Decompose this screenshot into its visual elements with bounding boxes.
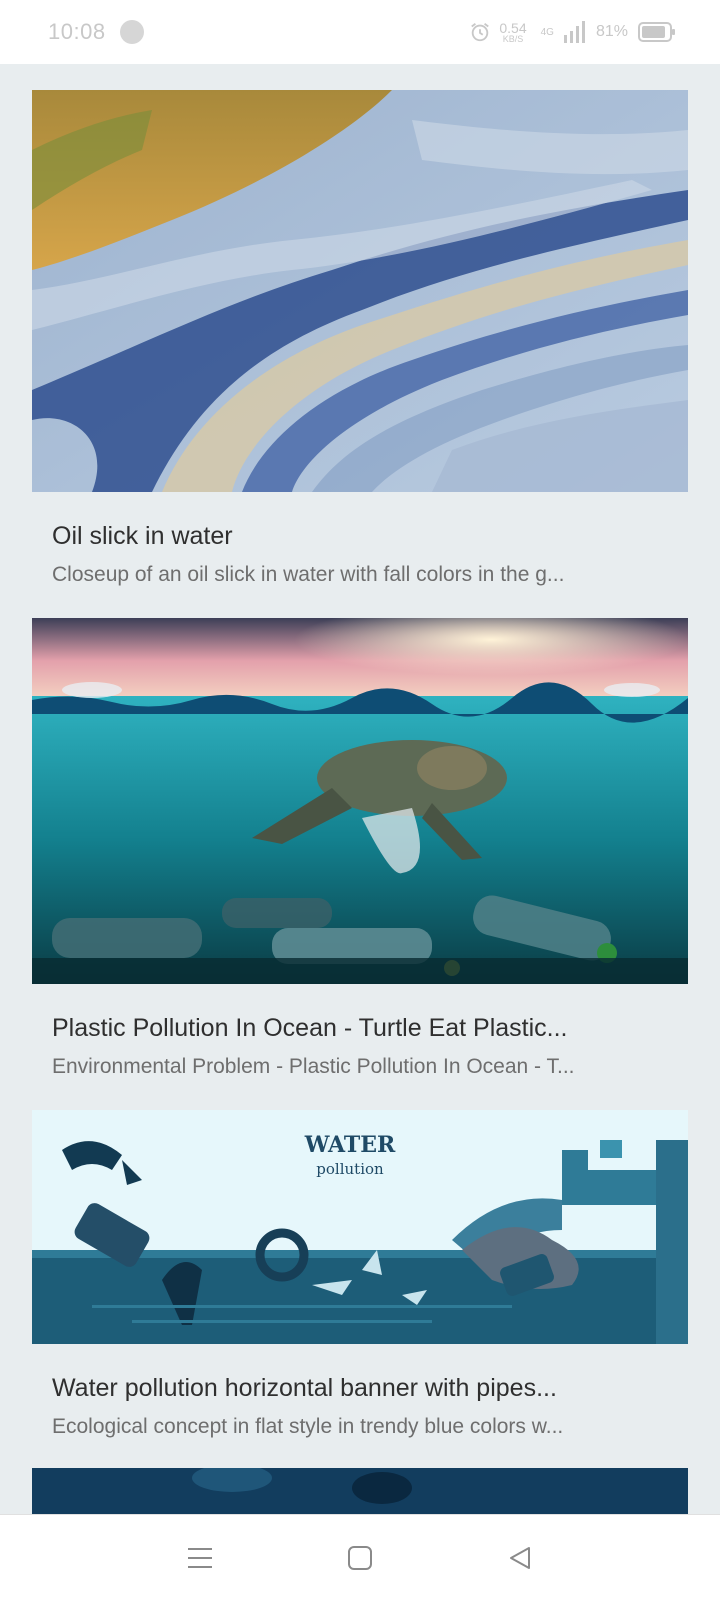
navigation-bar (0, 1514, 720, 1600)
turtle-plastic-image (32, 618, 688, 984)
status-left: 10:08 (48, 19, 144, 45)
banner-subheading: pollution (316, 1160, 384, 1178)
card-description: Environmental Problem - Plastic Pollutio… (52, 1055, 575, 1078)
battery-icon (638, 22, 675, 42)
notification-dot-icon (119, 20, 144, 44)
card-description: Closeup of an oil slick in water with fa… (52, 563, 565, 586)
card-image-water-pollution[interactable]: WATER pollution (32, 1110, 688, 1344)
net-speed-unit: KB/S (502, 33, 524, 44)
feed-card[interactable]: Oil slick in water Closeup of an oil sli… (32, 90, 688, 587)
banner-heading: WATER (304, 1132, 396, 1158)
network-type: 4G (540, 26, 554, 38)
signal-icon (563, 21, 585, 43)
status-bar: 10:08 0.54 KB/S 4G 81% (0, 0, 720, 64)
menu-icon (188, 1547, 212, 1568)
card-title: Plastic Pollution In Ocean - Turtle Eat … (52, 1014, 568, 1042)
card-title: Water pollution horizontal banner with p… (52, 1374, 557, 1402)
feed-list[interactable]: Oil slick in water Closeup of an oil sli… (0, 64, 720, 1514)
menu-button[interactable] (176, 1534, 224, 1582)
net-speed: 0.54 KB/S (499, 21, 526, 44)
card-description: Ecological concept in flat style in tren… (52, 1415, 564, 1438)
battery-percent: 81% (595, 23, 628, 40)
card-image-turtle-plastic[interactable] (32, 618, 688, 984)
back-triangle-icon (510, 1546, 530, 1569)
home-button[interactable] (336, 1534, 384, 1582)
water-pollution-banner-image: WATER pollution (32, 1110, 688, 1344)
feed-card[interactable]: WATER pollution Water pollution horizont… (32, 1110, 688, 1439)
feed-card[interactable] (32, 1468, 688, 1514)
card-image-partial[interactable] (32, 1468, 688, 1514)
feed-card[interactable]: Plastic Pollution In Ocean - Turtle Eat … (32, 618, 688, 1079)
card-title: Oil slick in water (52, 522, 233, 550)
status-time: 10:08 (48, 19, 106, 44)
oil-slick-image (32, 90, 688, 492)
home-square-icon (348, 1545, 372, 1570)
alarm-icon (471, 23, 490, 42)
back-button[interactable] (496, 1534, 544, 1582)
net-speed-value: 0.54 (499, 19, 527, 36)
card-image-oil-slick[interactable] (32, 90, 688, 492)
status-right: 0.54 KB/S 4G 81% (469, 21, 676, 44)
partial-image (32, 1468, 688, 1514)
